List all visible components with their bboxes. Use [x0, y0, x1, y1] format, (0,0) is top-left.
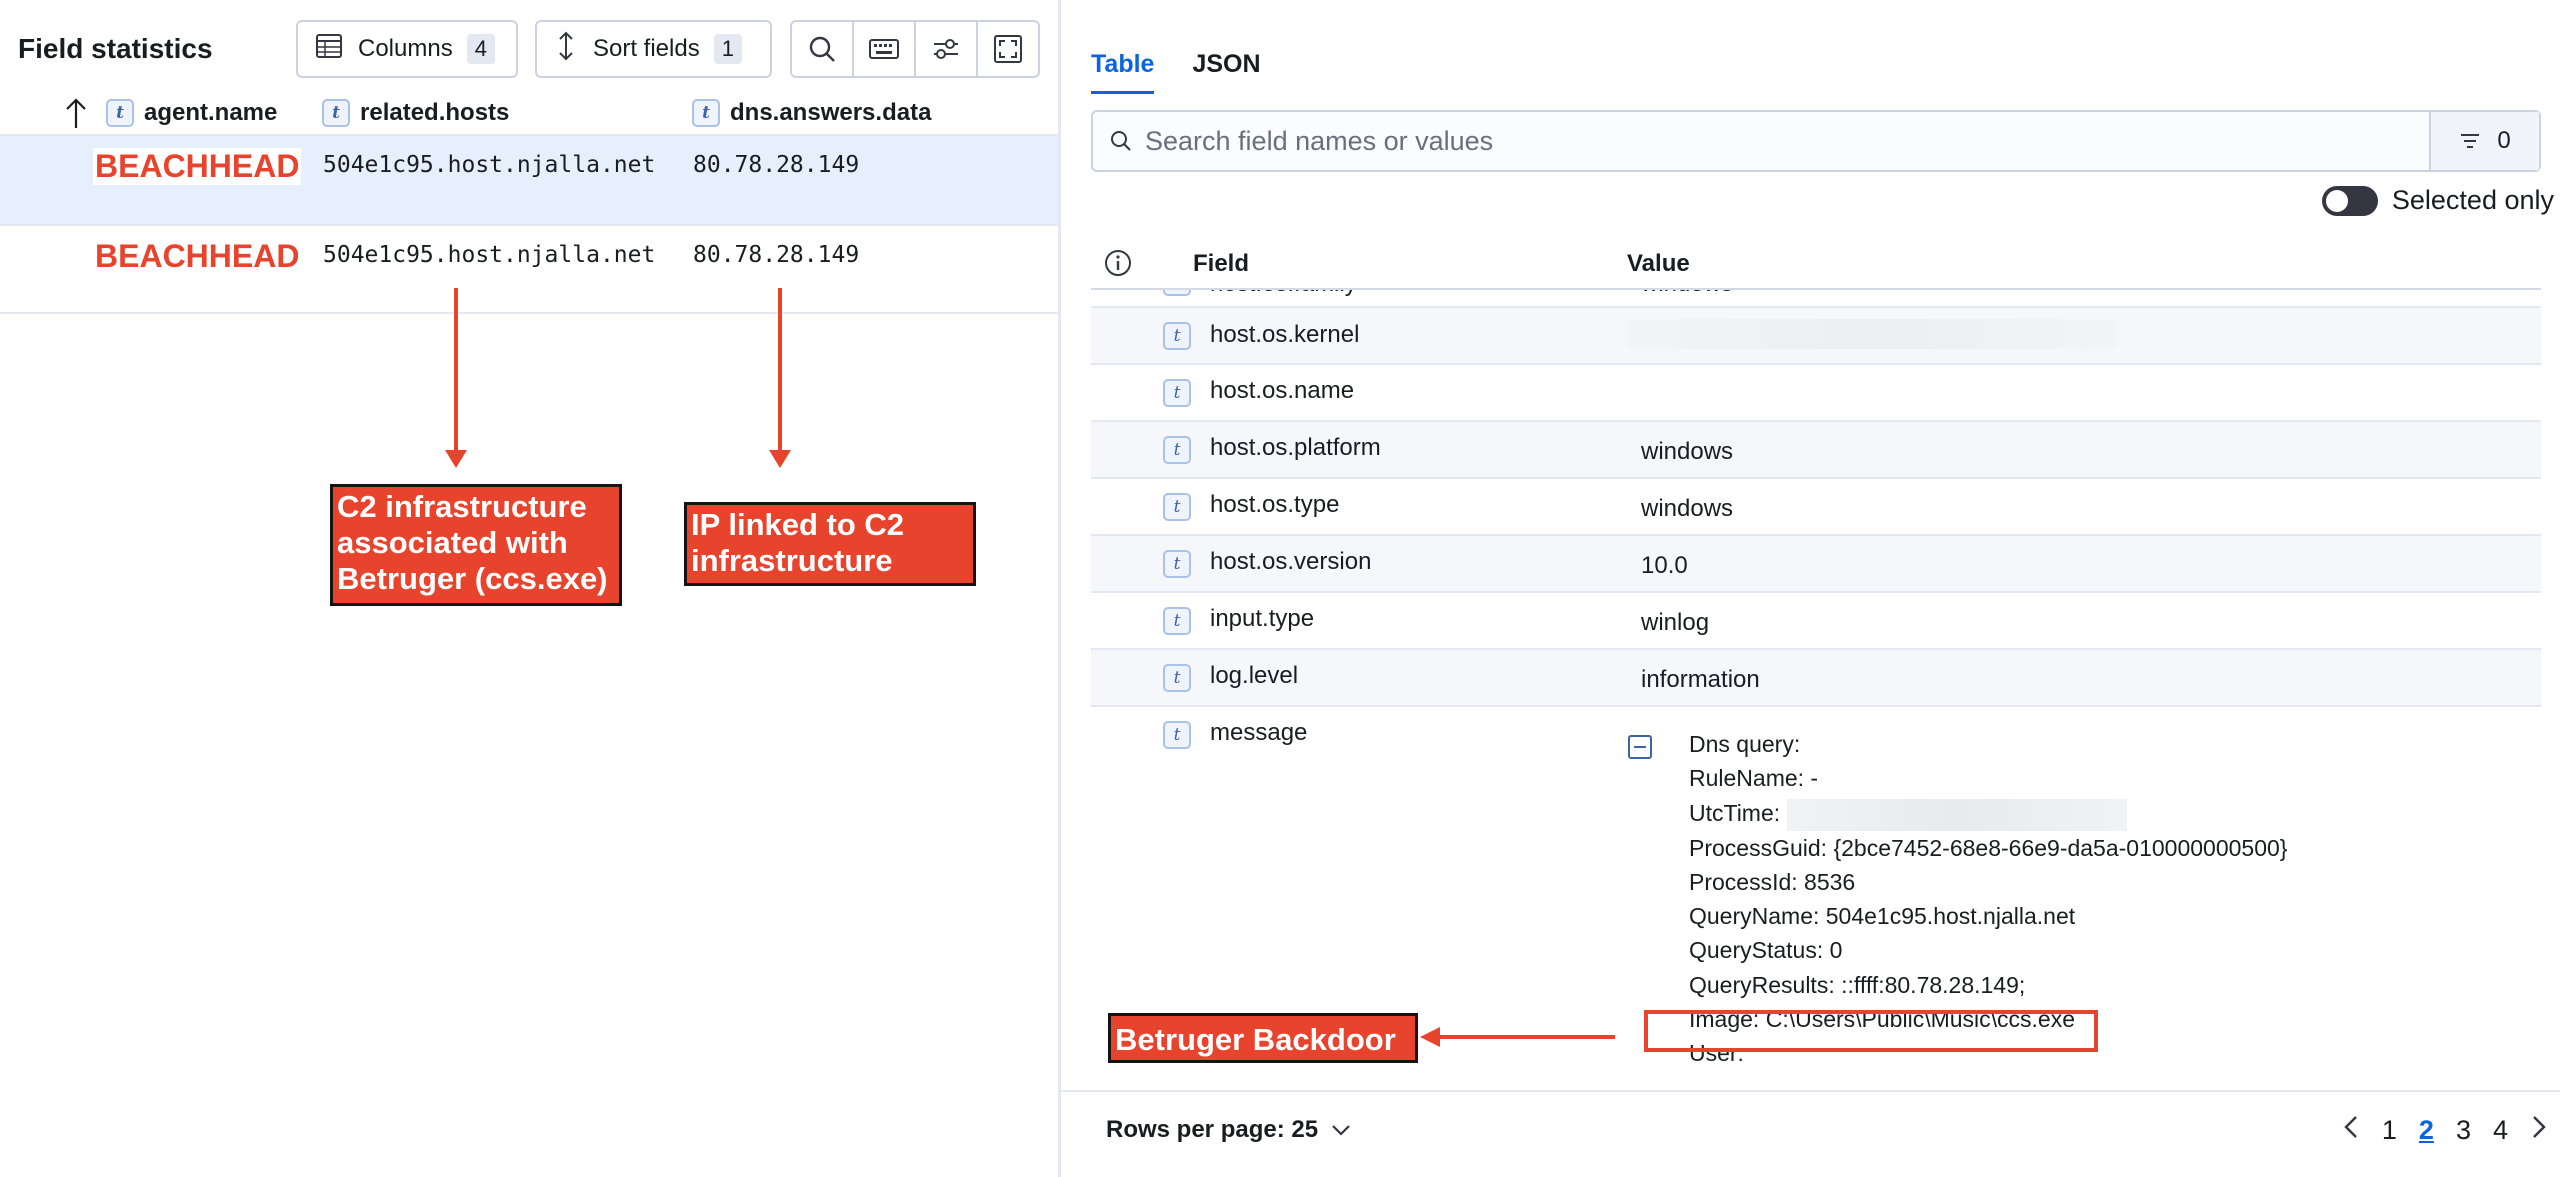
text-type-icon: t — [1163, 436, 1191, 464]
field-search-box: Search field names or values 0 — [1091, 110, 2541, 172]
field-name: host.os.platform — [1210, 434, 1381, 461]
field-value: windows — [1641, 290, 1733, 298]
chevron-left-icon[interactable] — [2342, 1114, 2360, 1147]
text-type-icon: t — [1163, 379, 1191, 407]
document-detail-panel: Table JSON Search field names or values … — [1061, 0, 2560, 1177]
annotation-arrow — [1420, 1027, 1615, 1047]
annotation-line: Betruger (ccs.exe) — [337, 561, 608, 596]
rows-per-page-label: Rows per page: 25 — [1106, 1116, 1319, 1143]
table-header: Field Value — [1091, 240, 2541, 290]
tab-json[interactable]: JSON — [1192, 50, 1260, 94]
message-line: ProcessId: 8536 — [1689, 868, 1856, 895]
search-input[interactable]: Search field names or values — [1145, 126, 2429, 157]
chevron-down-icon — [1332, 1125, 1350, 1136]
page-1[interactable]: 1 — [2382, 1115, 2397, 1146]
filter-button[interactable]: 0 — [2429, 112, 2539, 170]
text-type-icon: t — [1163, 550, 1191, 578]
field-name: input.type — [1210, 605, 1315, 632]
chevron-right-icon[interactable] — [2530, 1114, 2548, 1147]
annotation-line: associated with — [337, 525, 568, 560]
message-line: ProcessGuid: {2bce7452-68e8-66e9-da5a-01… — [1689, 834, 2288, 861]
annotation-line: IP linked to C2 — [691, 507, 905, 542]
redacted-value — [1786, 798, 2127, 831]
table-row[interactable]: t host.os.kernel — [1091, 308, 2541, 365]
tab-bar: Table JSON — [1091, 50, 1261, 94]
field-name: host.os.version — [1210, 548, 1372, 575]
text-type-icon: t — [1163, 322, 1191, 350]
page-3[interactable]: 3 — [2456, 1115, 2471, 1146]
message-line: RuleName: - — [1689, 765, 1819, 792]
field-value: windows — [1641, 438, 1734, 465]
page-4[interactable]: 4 — [2493, 1115, 2508, 1146]
message-line: UtcTime: — [1689, 799, 1781, 826]
field-statistics-panel: Field statistics Columns 4 Sort fields 1 — [0, 0, 1058, 1177]
pagination: 1 2 3 4 — [2342, 1114, 2548, 1147]
info-icon[interactable] — [1103, 248, 1133, 285]
field-name: host.os.type — [1210, 491, 1340, 518]
table-row[interactable]: t log.level information — [1091, 650, 2541, 707]
tab-table[interactable]: Table — [1091, 50, 1155, 94]
field-value: winlog — [1641, 609, 1710, 636]
annotation-line: infrastructure — [691, 543, 893, 578]
annotation-ip-linked: IP linked to C2 infrastructure — [684, 502, 976, 586]
annotation-line: C2 infrastructure — [337, 489, 587, 524]
text-type-icon: t — [1163, 607, 1191, 635]
table-row[interactable]: t host.os.name — [1091, 365, 2541, 422]
table-row[interactable]: t host.os.type windows — [1091, 479, 2541, 536]
rows-per-page-button[interactable]: Rows per page: 25 — [1106, 1116, 1352, 1144]
document-fields-table: t host.os.family windows t host.os.kerne… — [1091, 290, 2541, 1088]
message-line-utctime: UtcTime: — [1689, 796, 2287, 831]
collapse-icon[interactable] — [1628, 735, 1652, 759]
message-line: QueryStatus: 0 — [1689, 937, 1843, 964]
field-value: information — [1641, 666, 1760, 693]
table-row[interactable]: t host.os.platform windows — [1091, 422, 2541, 479]
toggle-switch[interactable] — [2321, 185, 2378, 216]
field-name: log.level — [1210, 662, 1299, 689]
message-line: Dns query: — [1689, 731, 1801, 757]
text-type-icon: t — [1163, 721, 1191, 749]
text-type-icon: t — [1163, 664, 1191, 692]
field-value: windows — [1641, 495, 1734, 522]
selected-only-label: Selected only — [2391, 185, 2554, 215]
message-line: QueryName: 504e1c95.host.njalla.net — [1689, 903, 2076, 930]
value-column-header: Value — [1627, 250, 1690, 277]
field-name: message — [1210, 719, 1308, 746]
annotation-betruger-backdoor: Betruger Backdoor — [1108, 1013, 1418, 1063]
filter-count: 0 — [2497, 127, 2511, 154]
field-column-header: Field — [1193, 250, 1250, 277]
search-icon — [1109, 129, 1133, 153]
field-name: host.os.name — [1210, 377, 1355, 404]
table-row[interactable]: t input.type winlog — [1091, 593, 2541, 650]
text-type-icon: t — [1163, 290, 1191, 296]
field-name: host.os.family — [1210, 290, 1357, 298]
table-row[interactable]: t host.os.version 10.0 — [1091, 536, 2541, 593]
selected-only-switch[interactable]: Selected only — [2321, 185, 2554, 216]
message-line: QueryResults: ::ffff:80.78.28.149; — [1689, 971, 2026, 998]
redacted-value — [1627, 319, 2117, 349]
image-path-highlight — [1644, 1010, 2098, 1052]
filter-icon — [2461, 134, 2480, 148]
page-2[interactable]: 2 — [2419, 1115, 2434, 1146]
field-name: host.os.kernel — [1210, 321, 1360, 348]
pagination-footer: Rows per page: 25 1 2 3 4 — [1061, 1090, 2560, 1177]
text-type-icon: t — [1163, 493, 1191, 521]
field-value: 10.0 — [1641, 552, 1688, 579]
table-row[interactable]: t host.os.family windows — [1091, 290, 2541, 308]
annotation-c2-infrastructure: C2 infrastructure associated with Betrug… — [330, 484, 622, 606]
